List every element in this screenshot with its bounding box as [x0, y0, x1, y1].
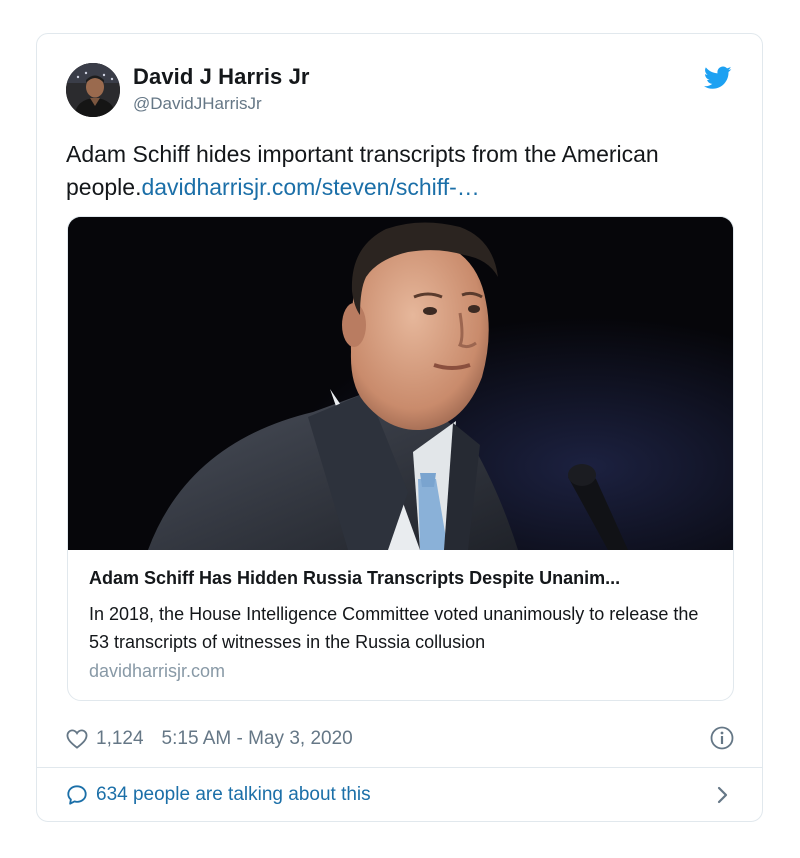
avatar-image [66, 63, 120, 117]
card-description: In 2018, the House Intelligence Committe… [89, 604, 699, 652]
card-photo [68, 217, 733, 550]
avatar[interactable] [66, 63, 120, 117]
info-icon[interactable] [710, 726, 734, 750]
speech-bubble-icon [67, 785, 87, 805]
twitter-bird-icon[interactable] [704, 66, 732, 90]
tweet-link[interactable]: davidharrisjr.com/steven/schiff-… [141, 174, 479, 200]
conversation-link[interactable]: 634 people are talking about this [66, 781, 734, 809]
chevron-right-icon[interactable] [716, 785, 730, 805]
tweet-timestamp[interactable]: 5:15 AM - May 3, 2020 [162, 728, 353, 750]
card-domain: davidharrisjr.com [89, 661, 226, 681]
divider [37, 767, 762, 768]
card-image [68, 217, 733, 550]
card-title[interactable]: Adam Schiff Has Hidden Russia Transcript… [89, 568, 719, 589]
author-handle[interactable]: @DavidJHarrisJr [133, 94, 262, 114]
author-display-name[interactable]: David J Harris Jr [133, 64, 310, 90]
heart-icon[interactable] [66, 729, 88, 749]
tweet-meta: 1,124 5:15 AM - May 3, 2020 [66, 726, 353, 752]
embedded-tweet: David J Harris Jr @DavidJHarrisJr Adam S… [36, 33, 763, 822]
talking-count-text: 634 people are talking about this [96, 784, 371, 805]
tweet-body: Adam Schiff hides important transcripts … [66, 138, 726, 204]
link-preview-card[interactable]: Adam Schiff Has Hidden Russia Transcript… [67, 216, 734, 701]
like-count[interactable]: 1,124 [96, 728, 144, 750]
